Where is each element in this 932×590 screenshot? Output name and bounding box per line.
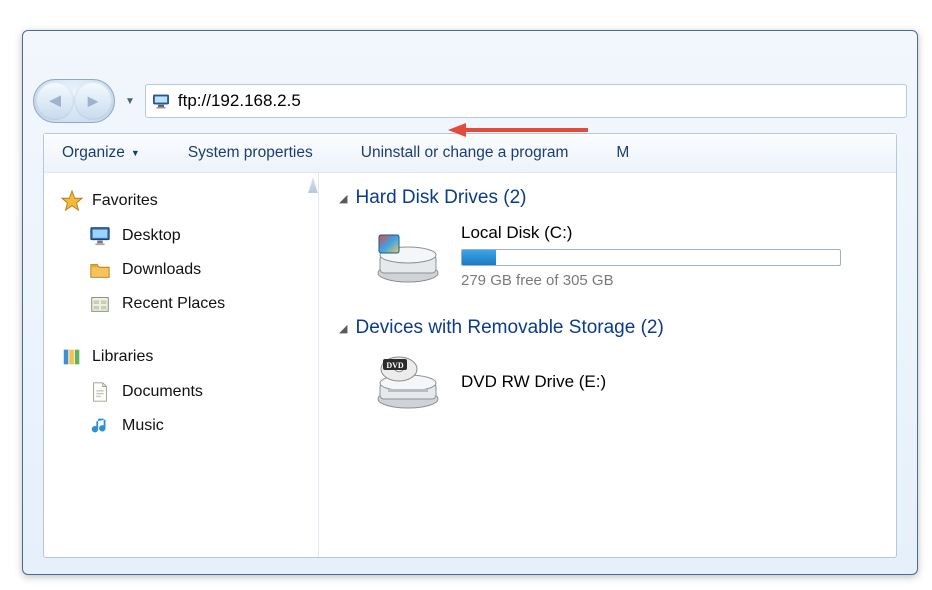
recent-places-label: Recent Places — [122, 295, 225, 313]
desktop-label: Desktop — [122, 227, 181, 245]
sidebar-item-recent-places[interactable]: Recent Places — [50, 287, 312, 321]
chevron-down-icon: ▼ — [131, 148, 140, 158]
documents-icon — [88, 380, 112, 404]
folder-icon — [88, 258, 112, 282]
dvd-drive-icon: DVD — [373, 353, 443, 411]
nav-bar: ◄ ► ▼ — [23, 79, 917, 133]
nav-history-dropdown-icon[interactable]: ▼ — [121, 96, 139, 107]
computer-icon — [152, 92, 170, 110]
drive-info: DVD RW Drive (E:) — [461, 372, 606, 392]
back-button[interactable]: ◄ — [36, 82, 74, 120]
section-hard-disk-drives[interactable]: ◢ Hard Disk Drives (2) — [339, 187, 876, 209]
music-icon — [88, 414, 112, 438]
section-label: Hard Disk Drives (2) — [355, 187, 526, 209]
command-bar: Organize ▼ System properties Uninstall o… — [44, 134, 896, 173]
drive-name: Local Disk (C:) — [461, 223, 841, 243]
drive-dvd-rw[interactable]: DVD DVD RW Drive (E:) — [373, 353, 876, 411]
music-label: Music — [122, 417, 164, 435]
body-split: Favorites Desktop Downloads — [44, 173, 896, 557]
drive-info: Local Disk (C:) 279 GB free of 305 GB — [461, 223, 841, 289]
sidebar-item-documents[interactable]: Documents — [50, 375, 312, 409]
collapse-triangle-icon: ◢ — [339, 192, 347, 205]
favorites-label: Favorites — [92, 192, 158, 210]
sidebar-item-desktop[interactable]: Desktop — [50, 219, 312, 253]
drive-name: DVD RW Drive (E:) — [461, 372, 606, 392]
forward-button[interactable]: ► — [74, 82, 112, 120]
content-pane: ◢ Hard Disk Drives (2) Loc — [319, 173, 896, 557]
libraries-group[interactable]: Libraries — [50, 339, 312, 375]
recent-places-icon — [88, 292, 112, 316]
organize-label: Organize — [62, 144, 125, 162]
svg-text:DVD: DVD — [386, 361, 404, 370]
back-arrow-icon: ◄ — [45, 90, 65, 112]
organize-menu[interactable]: Organize ▼ — [62, 144, 140, 162]
drive-usage-fill — [462, 250, 496, 265]
documents-label: Documents — [122, 383, 203, 401]
drive-free-space: 279 GB free of 305 GB — [461, 272, 841, 289]
favorites-group[interactable]: Favorites — [50, 183, 312, 219]
uninstall-program-button[interactable]: Uninstall or change a program — [361, 144, 569, 162]
system-properties-button[interactable]: System properties — [188, 144, 313, 162]
section-removable-storage[interactable]: ◢ Devices with Removable Storage (2) — [339, 317, 876, 339]
sidebar-item-music[interactable]: Music — [50, 409, 312, 443]
address-input[interactable] — [178, 91, 900, 111]
downloads-label: Downloads — [122, 261, 201, 279]
toolbar-overflow[interactable]: M — [616, 144, 629, 162]
navigation-pane[interactable]: Favorites Desktop Downloads — [44, 173, 319, 557]
content-frame: Organize ▼ System properties Uninstall o… — [43, 133, 897, 558]
collapse-triangle-icon: ◢ — [339, 322, 347, 335]
hard-drive-icon — [373, 227, 443, 285]
nav-button-group: ◄ ► — [33, 79, 115, 123]
libraries-label: Libraries — [92, 348, 153, 366]
libraries-icon — [60, 345, 84, 369]
explorer-window: ◄ ► ▼ Organize ▼ — [22, 30, 918, 575]
sidebar-item-downloads[interactable]: Downloads — [50, 253, 312, 287]
drive-local-disk-c[interactable]: Local Disk (C:) 279 GB free of 305 GB — [373, 223, 876, 289]
address-bar[interactable] — [145, 84, 907, 118]
drive-usage-bar — [461, 249, 841, 266]
star-icon — [60, 189, 84, 213]
section-label: Devices with Removable Storage (2) — [355, 317, 663, 339]
desktop-icon — [88, 224, 112, 248]
titlebar-spacer — [23, 31, 917, 79]
forward-arrow-icon: ► — [84, 91, 102, 111]
